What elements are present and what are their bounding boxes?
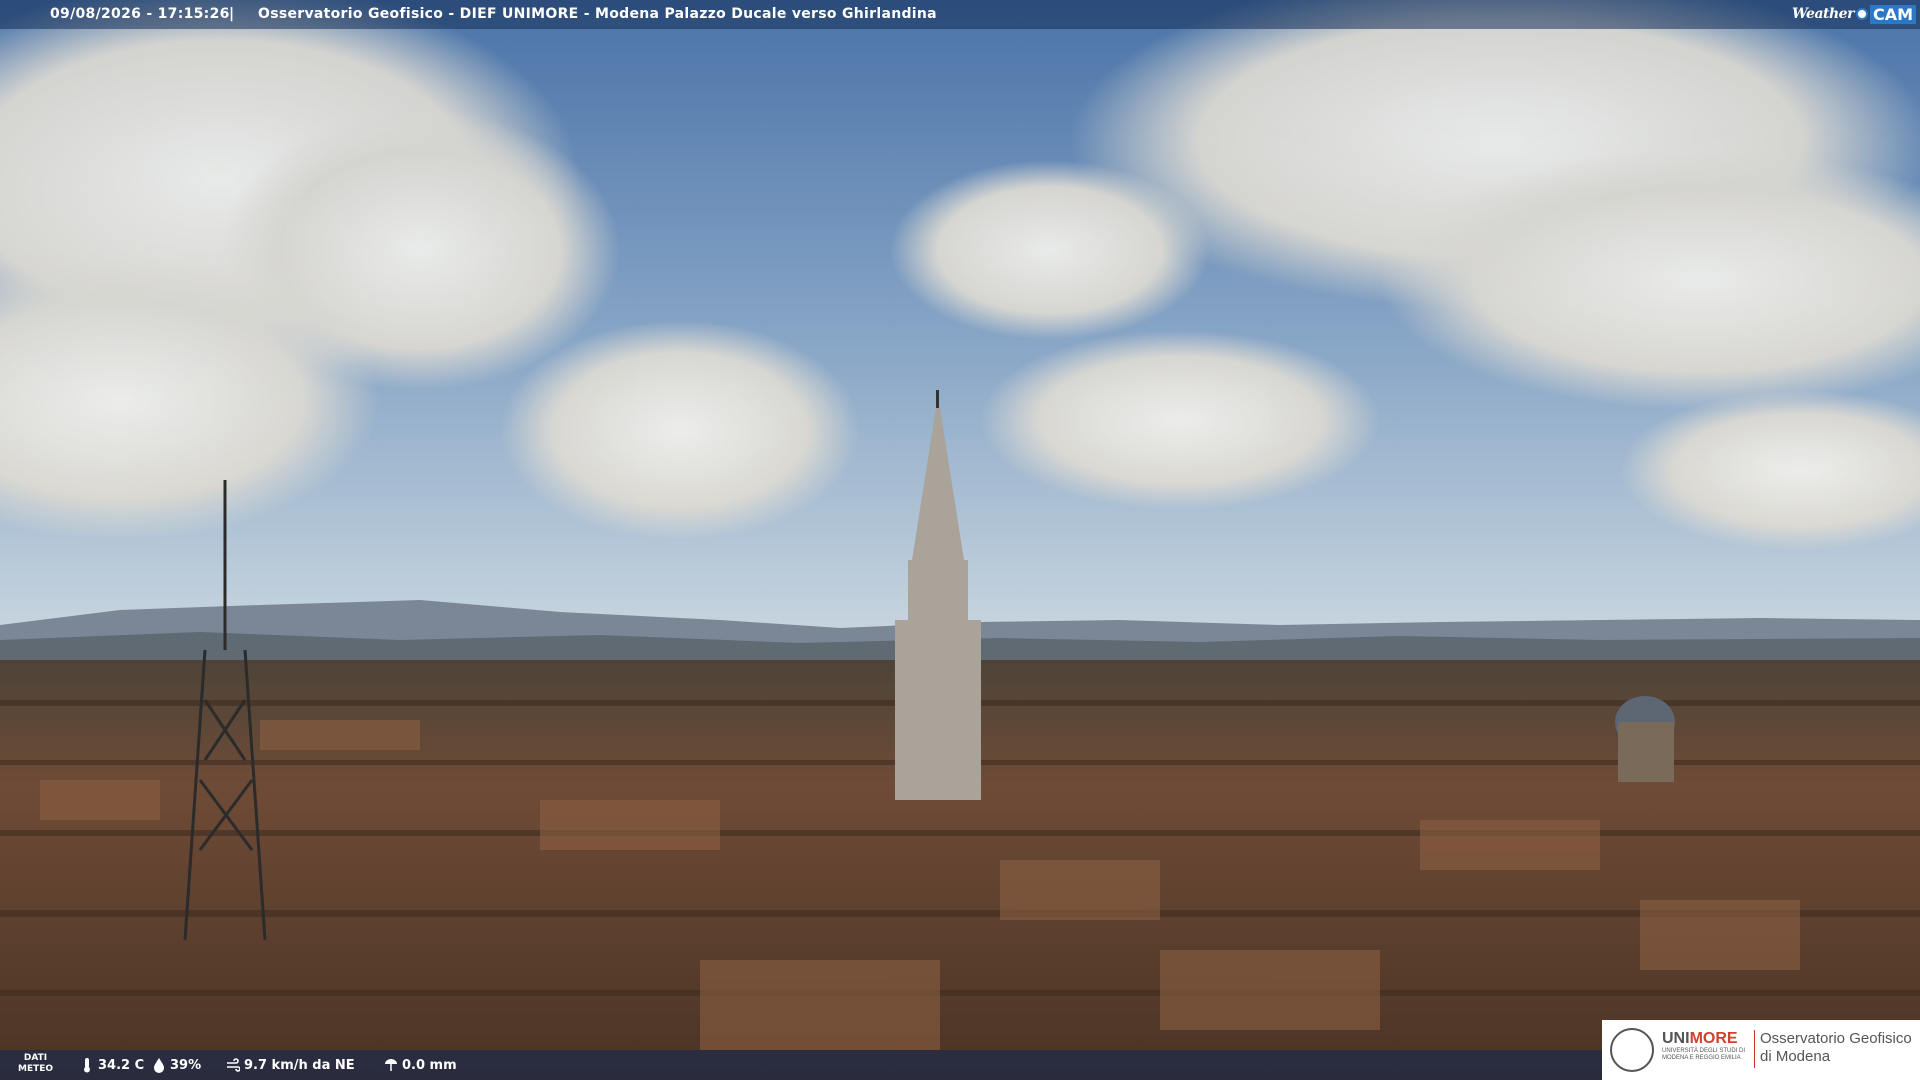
unimore-logo-box: UNIMORE UNIVERSITÀ DEGLI STUDI DI MODENA… — [1602, 1020, 1920, 1080]
observatory-line1: Osservatorio Geofisico — [1760, 1030, 1912, 1047]
timestamp: 09/08/2026 - 17:15:26 — [50, 6, 230, 22]
webcam-scene — [0, 0, 1920, 1080]
unimore-part1: UNI — [1662, 1030, 1690, 1047]
thermometer-icon — [84, 1058, 90, 1073]
header-separator: | — [229, 6, 235, 22]
unimore-part2: MORE — [1689, 1030, 1738, 1047]
unimore-sub-line2: MODENA E REGGIO EMILIA — [1662, 1055, 1741, 1061]
university-seal-icon — [1610, 1028, 1654, 1072]
rain-value: 0.0 mm — [402, 1057, 457, 1073]
observatory-line2: di Modena — [1760, 1048, 1831, 1065]
humidity-drop-icon — [154, 1058, 164, 1073]
humidity-reading: 39% — [152, 1057, 201, 1073]
humidity-value: 39% — [170, 1057, 202, 1073]
rain-reading: 0.0 mm — [384, 1057, 457, 1073]
unimore-subtitle: UNIVERSITÀ DEGLI STUDI DI MODENA E REGGI… — [1662, 1048, 1745, 1062]
temperature-value: 34.2 C — [98, 1057, 145, 1073]
unimore-wordmark: UNIMORE — [1662, 1030, 1738, 1048]
weathercam-logo-cam: CAM — [1869, 4, 1916, 24]
wind-reading: 9.7 km/h da NE — [226, 1057, 355, 1073]
meteo-label-line1: DATI — [23, 1053, 48, 1063]
observatory-name: Osservatorio Geofisico di Modena — [1760, 1030, 1912, 1066]
temperature-reading: 34.2 C — [80, 1057, 144, 1073]
wind-value: 9.7 km/h da NE — [244, 1057, 355, 1073]
logo-divider — [1754, 1030, 1755, 1068]
wind-icon — [227, 1058, 240, 1072]
meteo-label: DATI METEO — [18, 1053, 53, 1075]
church-dome — [1615, 696, 1675, 782]
meteo-label-line2: METEO — [18, 1064, 54, 1074]
weathercam-logo-weather: Weather — [1791, 6, 1855, 22]
weathercam-dot-icon — [1855, 8, 1868, 20]
camera-title: Osservatorio Geofisico - DIEF UNIMORE - … — [258, 6, 937, 22]
weathercam-logo: Weather CAM — [1792, 2, 1916, 26]
unimore-sub-line1: UNIVERSITÀ DEGLI STUDI DI — [1662, 1048, 1746, 1054]
rain-gauge-icon — [385, 1059, 397, 1071]
webcam-header-bar: 09/08/2026 - 17:15:26 | Osservatorio Geo… — [0, 0, 1920, 29]
